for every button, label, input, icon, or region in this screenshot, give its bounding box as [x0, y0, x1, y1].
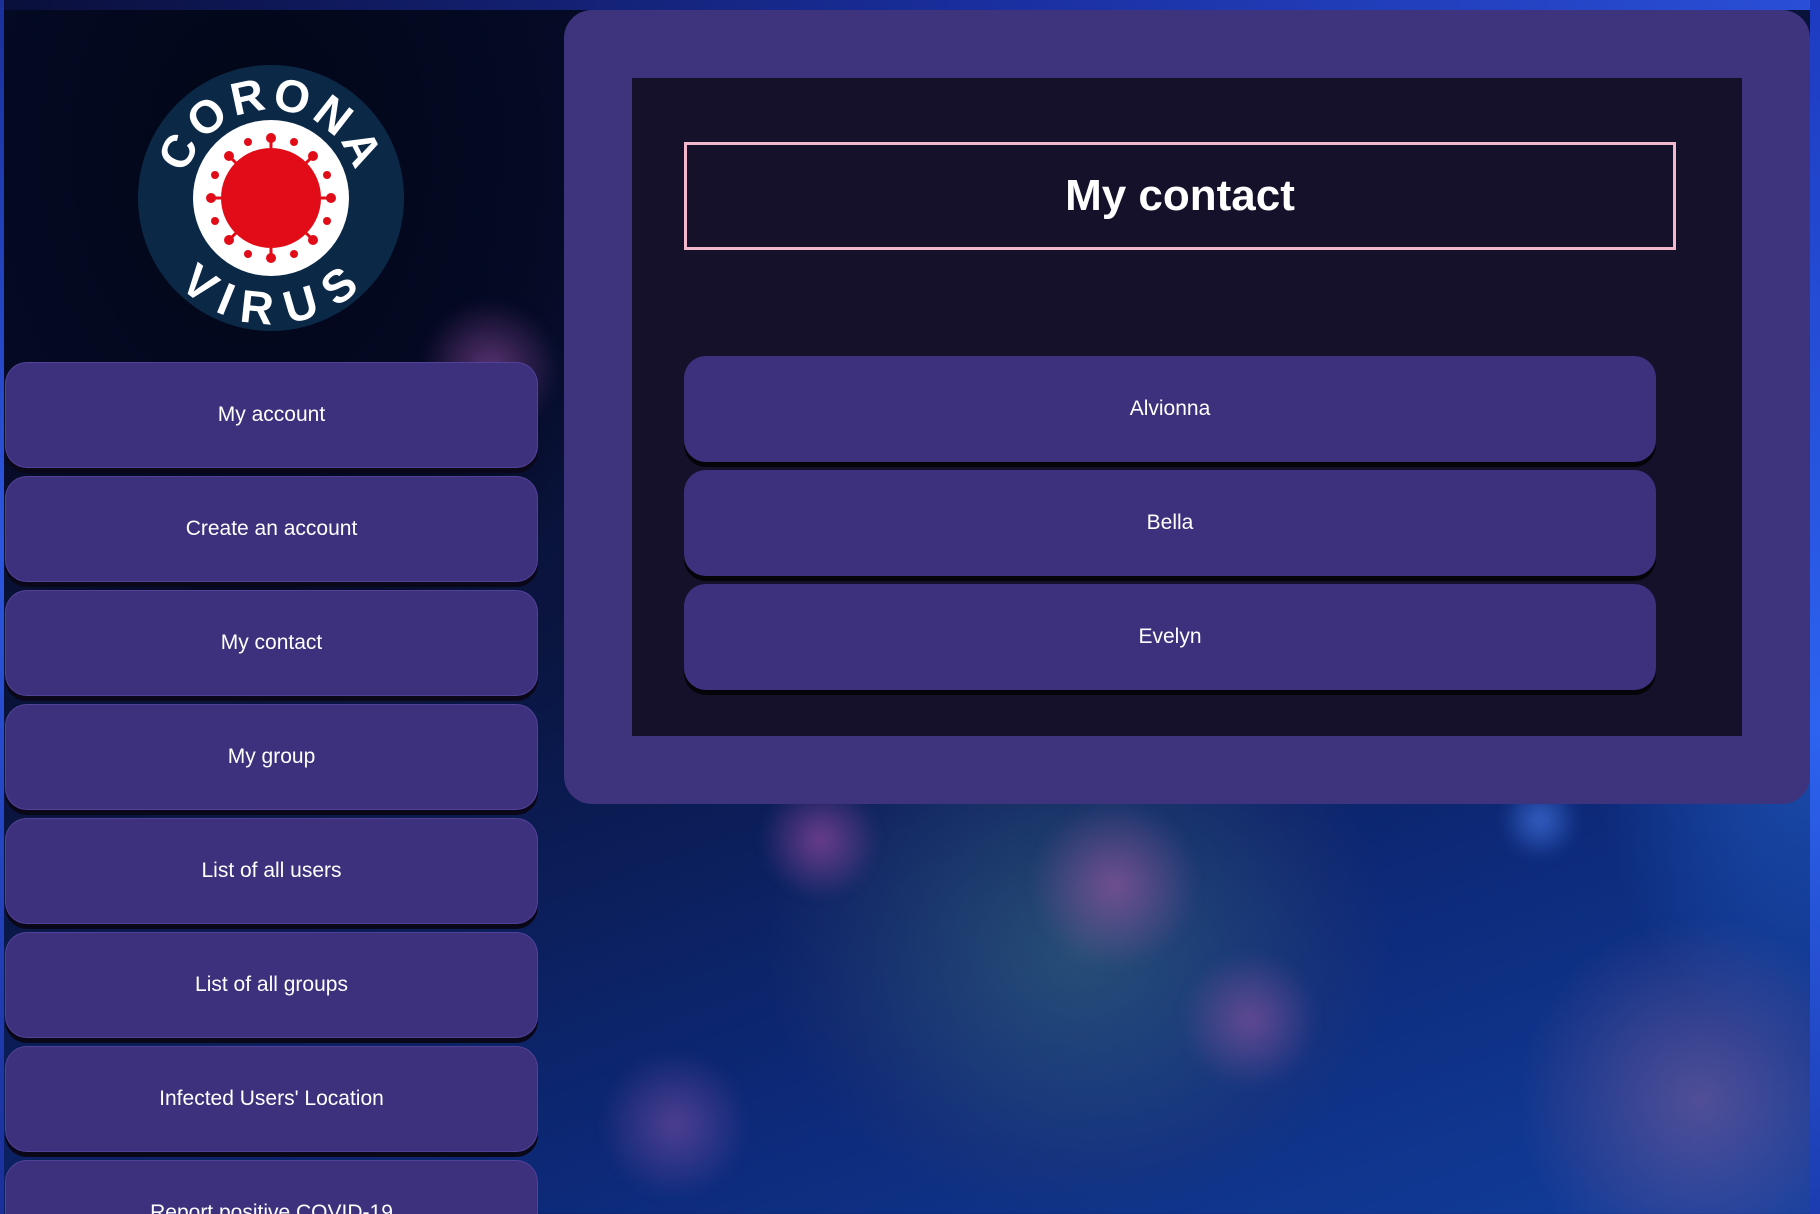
sidebar-item-label: Infected Users' Location [159, 1087, 384, 1110]
corona-virus-logo: CORONA VIRUS [137, 64, 405, 332]
window-left-border [0, 0, 4, 1214]
sidebar-item-label: My account [217, 403, 326, 426]
sidebar-item-label: My contact [220, 631, 323, 654]
sidebar-item-my-contact[interactable]: My contact [5, 590, 538, 696]
sidebar-item-all-groups[interactable]: List of all groups [5, 932, 538, 1038]
window-right-border [1810, 0, 1820, 1214]
contact-item-bella[interactable]: Bella [684, 470, 1656, 576]
sidebar-item-label: List of all users [201, 859, 342, 882]
sidebar-item-my-account[interactable]: My account [5, 362, 538, 468]
page-title-box: My contact [684, 142, 1676, 250]
sidebar-item-label: Report positive COVID-19 [150, 1201, 393, 1214]
contact-item-evelyn[interactable]: Evelyn [684, 584, 1656, 690]
contact-list: Alvionna Bella Evelyn [684, 356, 1656, 698]
background-virus-spike [1180, 950, 1320, 1090]
window-top-border [0, 0, 1820, 10]
sidebar-item-report-positive[interactable]: Report positive COVID-19 [5, 1160, 538, 1214]
contact-name: Bella [1146, 511, 1194, 534]
logo-icon: CORONA VIRUS [138, 65, 404, 332]
contact-card: My contact Alvionna Bella Evelyn [632, 78, 1742, 736]
contact-name: Evelyn [1138, 625, 1202, 648]
page-title: My contact [1065, 171, 1295, 220]
contact-item-alvionna[interactable]: Alvionna [684, 356, 1656, 462]
sidebar-item-infected-location[interactable]: Infected Users' Location [5, 1046, 538, 1152]
sidebar-item-create-account[interactable]: Create an account [5, 476, 538, 582]
sidebar-item-label: List of all groups [195, 973, 348, 996]
background-virus-spike [1030, 800, 1200, 970]
sidebar-item-label: Create an account [185, 517, 358, 540]
background-virus-spike [600, 1050, 750, 1200]
contact-name: Alvionna [1129, 397, 1211, 420]
sidebar-item-all-users[interactable]: List of all users [5, 818, 538, 924]
main-panel: My contact Alvionna Bella Evelyn [564, 10, 1810, 804]
sidebar-item-my-group[interactable]: My group [5, 704, 538, 810]
sidebar-item-label: My group [227, 745, 316, 768]
sidebar-nav: My account Create an account My contact … [5, 362, 538, 1214]
